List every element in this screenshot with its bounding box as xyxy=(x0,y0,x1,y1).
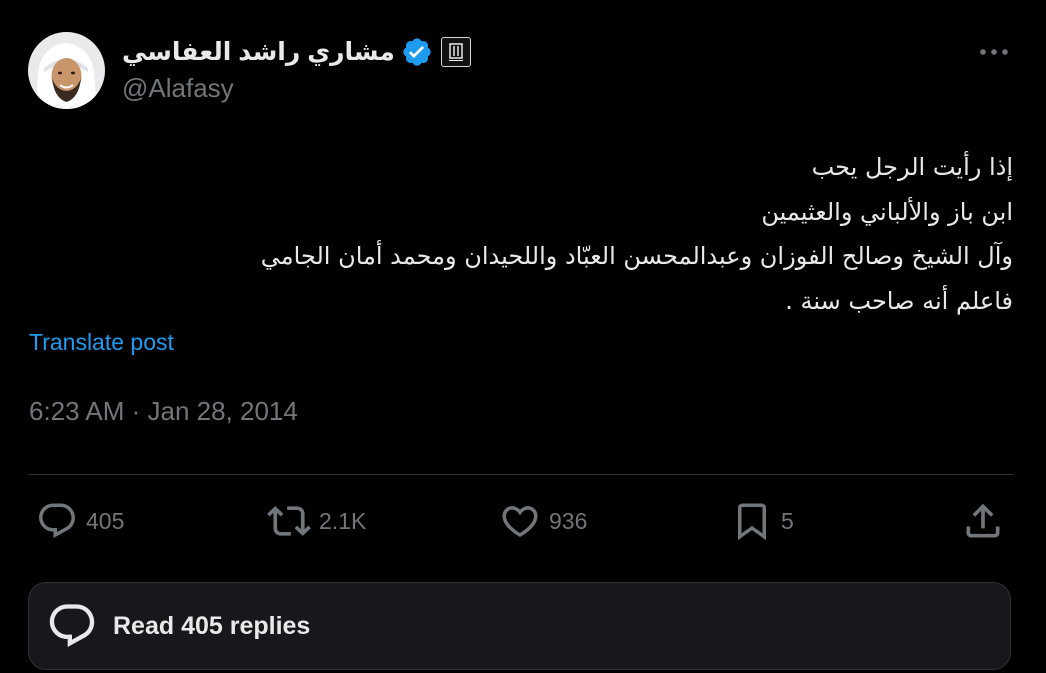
like-count: 936 xyxy=(549,507,588,534)
repost-button[interactable]: 2.1K xyxy=(267,500,366,542)
reply-icon xyxy=(39,503,75,538)
repost-icon xyxy=(267,506,311,536)
bookmark-icon xyxy=(738,503,766,541)
read-replies-button[interactable]: Read 405 replies xyxy=(28,582,1011,670)
tweet-text: إذا رأيت الرجل يحب ابن باز والألباني وال… xyxy=(73,145,1013,323)
author-handle[interactable]: @Alafasy xyxy=(122,73,234,104)
verified-badge-icon[interactable] xyxy=(401,36,433,68)
tweet-line: فاعلم أنه صاحب سنة . xyxy=(785,286,1013,315)
read-replies-label: Read 405 replies xyxy=(113,611,311,640)
tweet-line: ابن باز والألباني والعثيمين xyxy=(761,197,1013,226)
heart-icon xyxy=(502,506,538,538)
more-dots-icon xyxy=(980,49,1008,55)
tweet-timestamp[interactable]: 6:23 AM · Jan 28, 2014 xyxy=(29,396,298,427)
author-name-row: مشاري راشد العفاسي xyxy=(122,34,471,70)
avatar-image xyxy=(28,32,105,109)
share-icon xyxy=(966,503,1000,538)
organization-badge-icon[interactable] xyxy=(440,37,471,67)
organization-logo-icon xyxy=(448,43,463,61)
tweet-line: إذا رأيت الرجل يحب xyxy=(811,153,1013,181)
reply-button[interactable]: 405 xyxy=(36,500,124,542)
share-button[interactable] xyxy=(961,500,1005,542)
bookmark-button[interactable]: 5 xyxy=(731,500,794,542)
avatar[interactable] xyxy=(28,32,105,109)
reply-count: 405 xyxy=(86,507,125,534)
divider xyxy=(28,474,1013,475)
translate-post-link[interactable]: Translate post xyxy=(29,329,174,356)
read-replies-icon xyxy=(49,604,95,648)
more-options-button[interactable] xyxy=(974,38,1014,66)
repost-count: 2.1K xyxy=(319,507,367,534)
author-display-name[interactable]: مشاري راشد العفاسي xyxy=(122,37,395,67)
like-button[interactable]: 936 xyxy=(499,500,587,542)
bookmark-count: 5 xyxy=(781,507,794,534)
tweet-line: وآل الشيخ وصالح الفوزان وعبدالمحسن العبّ… xyxy=(260,242,1013,270)
